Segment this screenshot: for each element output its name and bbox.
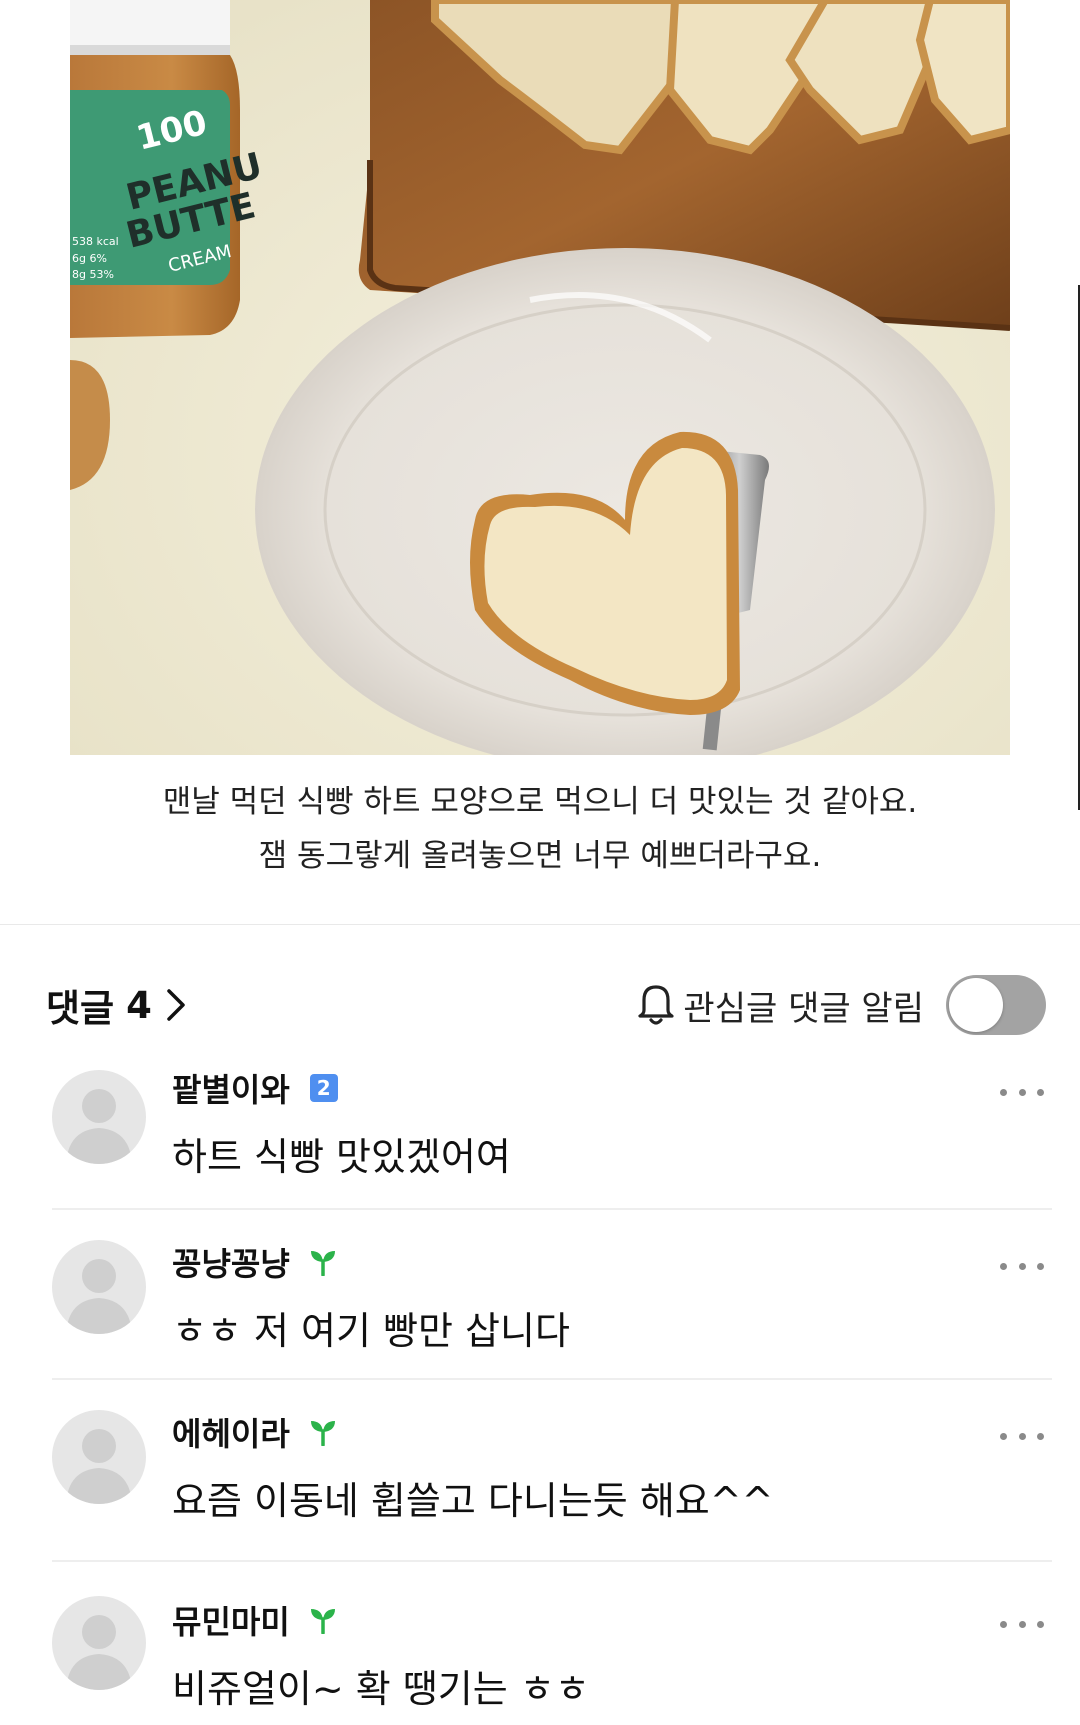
section-divider <box>0 924 1080 925</box>
sprout-icon <box>308 1248 338 1276</box>
post-caption: 맨날 먹던 식빵 하트 모양으로 먹으니 더 맛있는 것 같아요. 잼 동그랗게… <box>0 775 1080 883</box>
more-options-icon[interactable] <box>1000 1256 1044 1276</box>
toggle-knob <box>949 978 1003 1032</box>
svg-text:8g 53%: 8g 53% <box>72 268 114 281</box>
avatar[interactable] <box>52 1240 146 1334</box>
svg-text:538 kcal: 538 kcal <box>72 235 119 248</box>
comments-link[interactable]: 댓글 4 <box>46 980 186 1030</box>
comment-notification: 관심글 댓글 알림 <box>635 973 1046 1037</box>
avatar[interactable] <box>52 1596 146 1690</box>
comment-author[interactable]: 에헤이라 <box>172 1409 290 1455</box>
comment-text: 하트 식빵 맛있겠어여 <box>172 1135 511 1179</box>
comment-text: 요즘 이동네 휩쓸고 다니는듯 해요^^ <box>172 1479 774 1523</box>
more-options-icon[interactable] <box>1000 1082 1044 1102</box>
comment-author[interactable]: 뮤민마미 <box>172 1597 290 1643</box>
more-options-icon[interactable] <box>1000 1426 1044 1446</box>
level-badge: 2 <box>309 1074 338 1102</box>
comment-author[interactable]: 꽁냥꽁냥 <box>172 1239 290 1285</box>
post-photo[interactable]: 100 PEANU BUTTE CREAM 538 kcal 6g 6% 8g … <box>70 0 1010 755</box>
bell-icon <box>635 982 677 1028</box>
comment-text: 비쥬얼이~ 확 땡기는 ㅎㅎ <box>172 1667 590 1711</box>
caption-line: 잼 동그랗게 올려놓으면 너무 예쁘더라구요. <box>258 838 822 874</box>
more-options-icon[interactable] <box>1000 1614 1044 1634</box>
comment-list: 팥별이와 2 하트 식빵 맛있겠어여 꽁냥꽁냥 ㅎㅎ 저 여기 빵만 삽니다 에… <box>0 1060 1080 1722</box>
avatar[interactable] <box>52 1070 146 1164</box>
comment-text: ㅎㅎ 저 여기 빵만 삽니다 <box>172 1309 570 1353</box>
caption-line: 맨날 먹던 식빵 하트 모양으로 먹으니 더 맛있는 것 같아요. <box>162 784 918 820</box>
sprout-icon <box>308 1418 338 1446</box>
comment-item: 팥별이와 2 하트 식빵 맛있겠어여 <box>0 1060 1080 1210</box>
comment-item: 꽁냥꽁냥 ㅎㅎ 저 여기 빵만 삽니다 <box>0 1210 1080 1380</box>
svg-text:6g 6%: 6g 6% <box>72 252 107 265</box>
chevron-right-icon <box>166 988 186 1022</box>
avatar[interactable] <box>52 1410 146 1504</box>
notify-label: 관심글 댓글 알림 <box>683 988 924 1029</box>
comment-author[interactable]: 팥별이와 <box>172 1065 290 1111</box>
notify-toggle[interactable] <box>946 975 1046 1035</box>
comment-item: 에헤이라 요즘 이동네 휩쓸고 다니는듯 해요^^ <box>0 1380 1080 1562</box>
comment-item: 뮤민마미 비쥬얼이~ 확 땡기는 ㅎㅎ <box>0 1562 1080 1722</box>
comments-header: 댓글 4 관심글 댓글 알림 <box>0 970 1080 1040</box>
comment-count: 4 <box>126 983 152 1027</box>
sprout-icon <box>308 1606 338 1634</box>
comments-label: 댓글 <box>46 987 115 1030</box>
